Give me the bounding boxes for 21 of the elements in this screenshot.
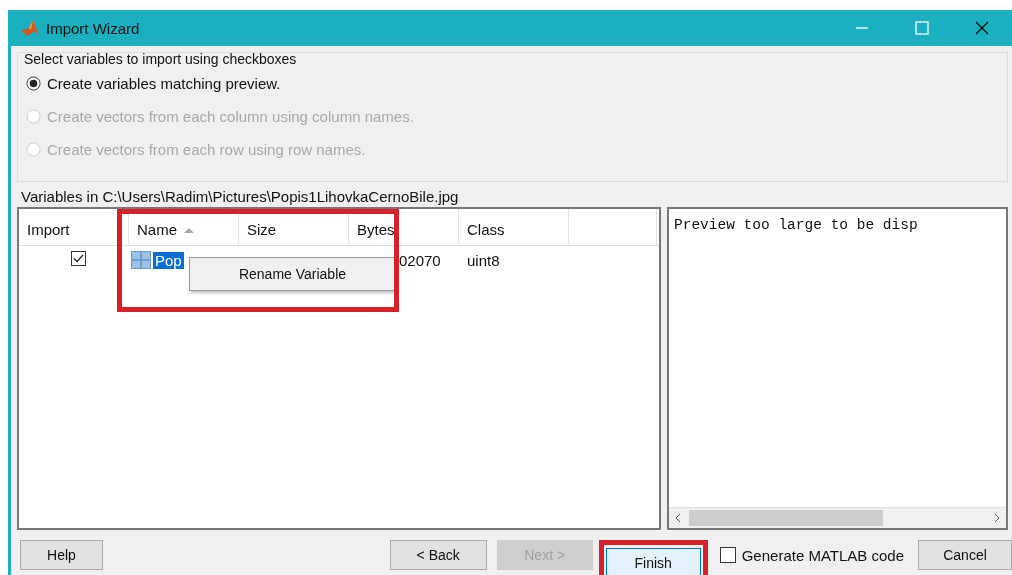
cancel-button[interactable]: Cancel xyxy=(918,540,1012,570)
wizard-button[interactable]: Finish xyxy=(605,548,701,575)
variable-name[interactable]: Pop xyxy=(153,251,184,269)
radio-label: Create vectors from each row using row names. xyxy=(47,141,366,158)
radio-label: Create vectors from each column using column names. xyxy=(47,108,414,125)
wizard-button[interactable]: < Back xyxy=(389,540,487,570)
table-cell-text: uint8 xyxy=(466,251,501,269)
radio-button[interactable] xyxy=(26,76,41,91)
import-checkbox[interactable] xyxy=(71,251,86,266)
table-cell-text: 02070 xyxy=(398,251,442,269)
preview-text: Preview too large to be disp xyxy=(673,216,919,235)
app-logo-icon xyxy=(20,19,40,37)
radio-label: Create variables matching preview. xyxy=(47,75,281,92)
matrix-icon xyxy=(131,251,151,269)
wizard-button[interactable]: Help xyxy=(20,540,103,570)
window-title: Import Wizard xyxy=(46,19,140,37)
context-menu-item[interactable]: Rename Variable xyxy=(189,257,396,291)
horizontal-scrollbar[interactable] xyxy=(669,507,1006,528)
group-title: Select variables to import using checkboxes xyxy=(24,51,298,67)
checkbox[interactable] xyxy=(719,547,736,563)
checkbox-label: Generate MATLAB code xyxy=(741,546,904,564)
